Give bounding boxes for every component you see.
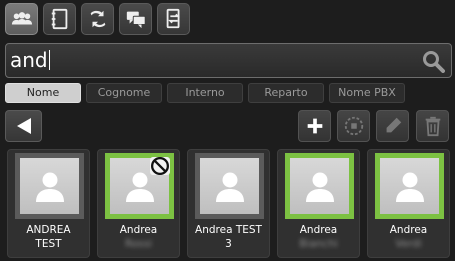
contact-card[interactable]: Andrea Bianchi	[277, 149, 360, 258]
add-contact-button[interactable]	[298, 110, 331, 142]
merge-icon	[344, 116, 363, 136]
filter-tab-nome[interactable]: Nome	[5, 83, 81, 103]
chat-button[interactable]	[119, 3, 152, 35]
edit-contact-button[interactable]	[376, 110, 409, 142]
contact-subtitle: Bianchi	[299, 238, 338, 250]
search-bar: and	[5, 43, 452, 78]
contact-name: Andrea TEST	[195, 224, 262, 236]
contact-name: ANDREA	[26, 224, 71, 236]
filter-tab-cognome[interactable]: Cognome	[86, 83, 162, 103]
delete-contact-button[interactable]	[416, 110, 449, 142]
contact-subtitle: 3	[225, 238, 232, 250]
contacts-icon	[11, 12, 32, 25]
phone-transfer-button[interactable]	[157, 3, 190, 35]
person-icon	[305, 172, 334, 202]
filter-tab-reparto[interactable]: Reparto	[248, 83, 324, 103]
merge-contact-button[interactable]	[337, 110, 370, 142]
avatar	[15, 153, 84, 219]
avatar	[285, 153, 354, 219]
back-button[interactable]	[5, 110, 42, 142]
contact-subtitle: Rossi	[124, 238, 153, 250]
person-icon	[35, 172, 64, 202]
filter-tab-nome-pbx[interactable]: Nome PBX	[329, 83, 405, 103]
add-icon	[307, 118, 322, 134]
avatar	[195, 153, 264, 219]
address-book-icon	[51, 8, 67, 30]
contact-card[interactable]: ANDREA TEST	[7, 149, 90, 258]
contact-subtitle: TEST	[35, 238, 62, 250]
person-icon	[215, 172, 244, 202]
contacts-button[interactable]	[5, 3, 38, 35]
avatar	[375, 153, 444, 219]
contact-card[interactable]: Andrea Rossi	[97, 149, 180, 258]
contact-card[interactable]: Andrea TEST 3	[187, 149, 270, 258]
contact-name: Andrea	[389, 224, 428, 236]
edit-icon	[386, 117, 401, 133]
search-icon[interactable]	[421, 49, 445, 73]
search-filter-tabs: Nome Cognome Interno Reparto Nome PBX	[5, 83, 405, 103]
call-transfer-button[interactable]	[81, 3, 114, 35]
search-input[interactable]: and	[10, 47, 415, 74]
search-query: and	[10, 48, 48, 72]
address-book-button[interactable]	[43, 3, 76, 35]
contact-card[interactable]: Andrea Verdi	[367, 149, 450, 258]
contact-name: Andrea	[299, 224, 338, 236]
do-not-disturb-icon	[150, 157, 170, 175]
filter-tab-interno[interactable]: Interno	[167, 83, 243, 103]
person-icon	[395, 172, 424, 202]
chat-icon	[126, 11, 146, 29]
back-arrow-icon	[16, 118, 31, 134]
avatar	[105, 153, 174, 219]
contact-name: Andrea	[119, 224, 158, 236]
trash-icon	[425, 116, 440, 137]
contact-subtitle: Verdi	[395, 238, 422, 250]
call-transfer-icon	[90, 10, 105, 28]
top-toolbar	[5, 3, 190, 35]
phone-transfer-icon	[166, 8, 180, 29]
